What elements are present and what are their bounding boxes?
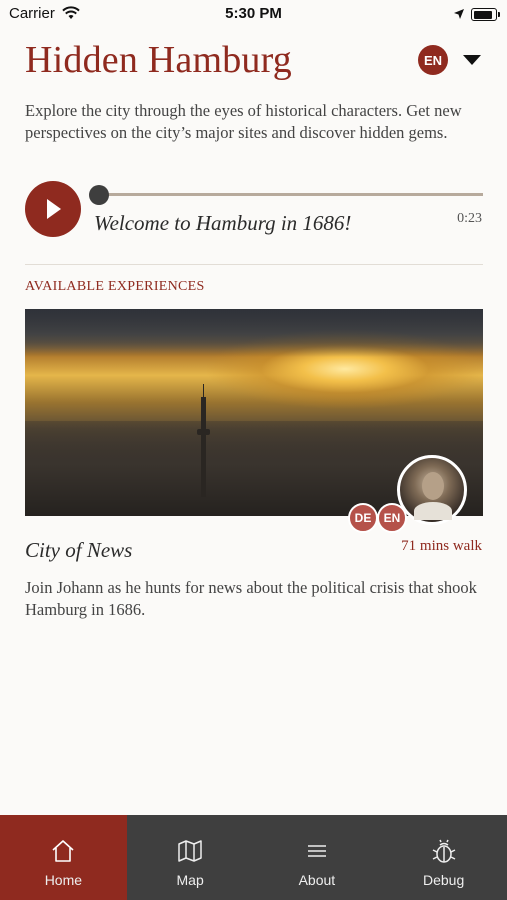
bug-icon [432, 839, 455, 863]
portrait-collar [414, 502, 452, 520]
language-badge[interactable]: EN [418, 45, 448, 75]
battery-icon [471, 8, 500, 21]
section-label: AVAILABLE EXPERIENCES [25, 279, 205, 294]
experience-title[interactable]: City of News [25, 538, 132, 563]
audio-duration: 0:23 [457, 211, 482, 226]
status-bar: Carrier 5:30 PM [0, 0, 507, 30]
play-icon [47, 199, 61, 219]
portrait-face [422, 472, 444, 500]
tab-about[interactable]: About [254, 815, 381, 900]
tab-debug[interactable]: Debug [380, 815, 507, 900]
audio-track-title: Welcome to Hamburg in 1686! [94, 211, 352, 235]
tab-debug-label: Debug [422, 872, 465, 888]
tab-map[interactable]: Map [127, 815, 254, 900]
chevron-down-icon[interactable] [463, 55, 481, 65]
audio-progress-handle[interactable] [89, 185, 109, 205]
tab-home-label: Home [44, 872, 83, 888]
tab-map-label: Map [176, 872, 204, 888]
clock: 5:30 PM [225, 5, 282, 22]
sky [25, 309, 483, 357]
play-button[interactable] [25, 181, 81, 237]
divider [25, 264, 483, 265]
experience-description: Join Johann as he hunts for news about t… [25, 578, 477, 619]
tab-about-label: About [298, 872, 336, 888]
map-icon [178, 840, 202, 862]
page-title: Hidden Hamburg [25, 39, 293, 81]
language-chip-de: DE [348, 503, 378, 533]
walk-duration: 71 mins walk [401, 538, 482, 554]
location-arrow-icon [453, 7, 465, 24]
menu-icon [307, 845, 326, 857]
tab-bar: Home Map About Debug [0, 815, 507, 900]
character-avatar [397, 455, 467, 525]
tower-platform [197, 429, 210, 435]
intro-text: Explore the city through the eyes of his… [25, 101, 462, 142]
home-icon [52, 840, 74, 862]
audio-progress-track[interactable] [98, 193, 483, 196]
language-chip-en: EN [377, 503, 407, 533]
tab-home[interactable]: Home [0, 815, 127, 900]
tv-tower [201, 397, 206, 497]
